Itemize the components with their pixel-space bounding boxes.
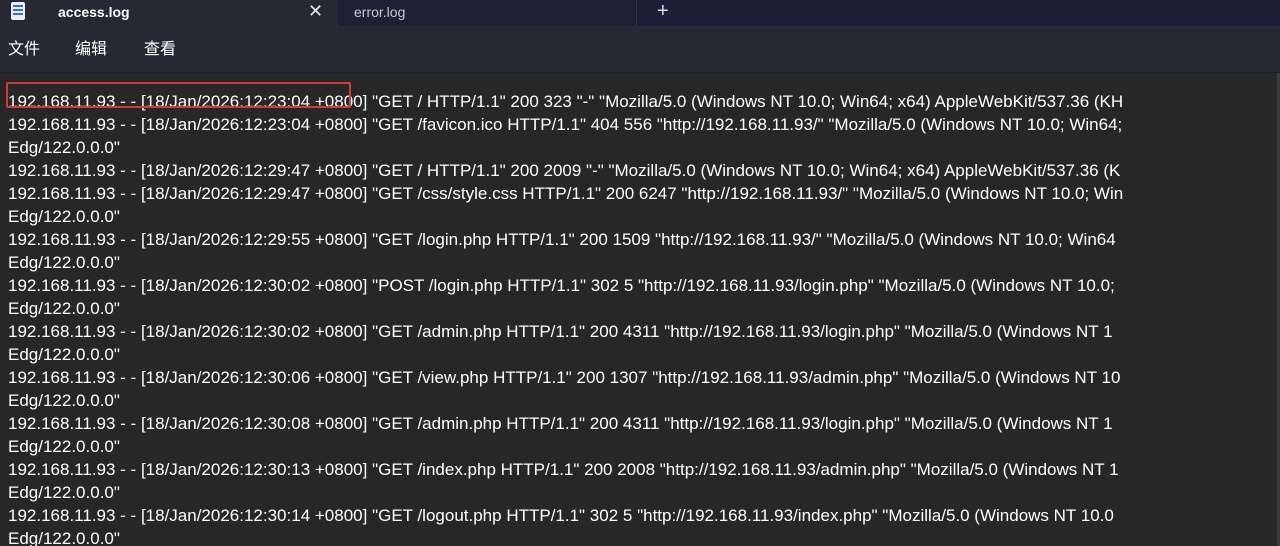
log-line: 192.168.11.93 - - [18/Jan/2026:12:30:02 … <box>8 322 1113 341</box>
log-line: Edg/122.0.0.0" <box>8 437 120 456</box>
log-line: 192.168.11.93 - - [18/Jan/2026:12:29:55 … <box>8 230 1116 249</box>
log-line: 192.168.11.93 - - [18/Jan/2026:12:23:04 … <box>8 92 1124 111</box>
tab-label: error.log <box>354 4 406 20</box>
log-line: Edg/122.0.0.0" <box>8 529 120 546</box>
log-line: Edg/122.0.0.0" <box>8 391 120 410</box>
log-line: Edg/122.0.0.0" <box>8 345 120 364</box>
menu-bar: 文件 编辑 查看 <box>0 26 1280 73</box>
menu-edit[interactable]: 编辑 <box>75 39 107 59</box>
menu-file[interactable]: 文件 <box>8 39 40 59</box>
log-line: 192.168.11.93 - - [18/Jan/2026:12:30:02 … <box>8 276 1115 295</box>
log-text[interactable]: 192.168.11.93 - - [18/Jan/2026:12:23:04 … <box>8 90 1280 546</box>
text-editor-area[interactable]: 192.168.11.93 - - [18/Jan/2026:12:23:04 … <box>0 73 1280 546</box>
tab-label: access.log <box>58 4 130 20</box>
close-icon[interactable]: ✕ <box>308 0 323 22</box>
tab-access-log[interactable]: access.log ✕ <box>0 0 338 26</box>
log-line: 192.168.11.93 - - [18/Jan/2026:12:29:47 … <box>8 161 1121 180</box>
log-line: Edg/122.0.0.0" <box>8 253 120 272</box>
log-line: Edg/122.0.0.0" <box>8 207 120 226</box>
log-line: 192.168.11.93 - - [18/Jan/2026:12:30:13 … <box>8 460 1119 479</box>
log-line: 192.168.11.93 - - [18/Jan/2026:12:30:08 … <box>8 414 1113 433</box>
log-line: Edg/122.0.0.0" <box>8 138 120 157</box>
tab-error-log[interactable]: error.log <box>340 0 637 26</box>
plus-icon[interactable]: + <box>657 0 669 23</box>
notepad-file-icon <box>11 2 25 20</box>
log-line: 192.168.11.93 - - [18/Jan/2026:12:23:04 … <box>8 115 1123 134</box>
log-line: 192.168.11.93 - - [18/Jan/2026:12:30:06 … <box>8 368 1121 387</box>
menu-view[interactable]: 查看 <box>144 39 176 59</box>
tab-bar: access.log ✕ error.log + <box>0 0 1280 26</box>
log-line: Edg/122.0.0.0" <box>8 299 120 318</box>
notepad-window: access.log ✕ error.log + 文件 编辑 查看 192.16… <box>0 0 1280 546</box>
log-line: 192.168.11.93 - - [18/Jan/2026:12:29:47 … <box>8 184 1124 203</box>
log-line: 192.168.11.93 - - [18/Jan/2026:12:30:14 … <box>8 506 1114 525</box>
log-line: Edg/122.0.0.0" <box>8 483 120 502</box>
